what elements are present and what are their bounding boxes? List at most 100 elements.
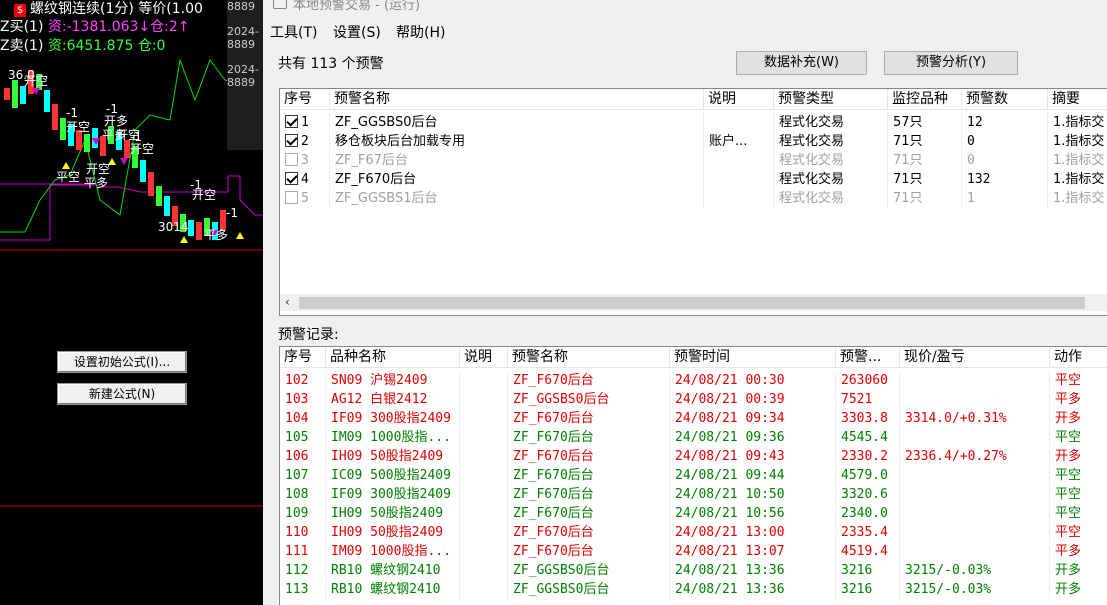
alerts-col-header[interactable]: 说明	[704, 89, 774, 109]
records-col-header[interactable]: 预警名称	[508, 347, 670, 367]
signal-label: 3014	[158, 220, 189, 234]
record-pnl: 3215/-0.03%	[900, 561, 1050, 580]
record-action: 平空	[1050, 428, 1107, 447]
horizontal-scrollbar[interactable]: ‹	[280, 294, 1107, 311]
candle	[140, 160, 146, 182]
sell-prefix: Z卖(1)	[0, 38, 44, 54]
records-label: 预警记录:	[278, 327, 339, 343]
scrollbar-thumb[interactable]	[299, 297, 1085, 309]
alert-summary: 1.指标交	[1048, 151, 1107, 170]
record-row[interactable]: 111 IM09 1000股指... ZF_F670后台 24/08/21 13:07…	[280, 542, 1107, 561]
record-desc	[460, 371, 508, 390]
record-row[interactable]: 104 IF09 300股指2409 ZF_F670后台 24/08/21 09:34…	[280, 409, 1107, 428]
alerts-table[interactable]: 序号 预警名称 说明 预警类型 监控品种 预警数 摘要 1 ZF_GGSBS0后台 程式化交易 5…	[279, 88, 1107, 316]
records-header: 序号 品种名称 说明 预警名称 预警时间 预警... 现价/盈亏 动作	[280, 347, 1107, 368]
record-pnl	[900, 485, 1050, 504]
candle	[52, 104, 58, 130]
kline-chart-panel[interactable]: $ 螺纹钢连续(1分) 等价(1.00 Z买(1) 资:-1381.063↓仓:2…	[0, 0, 263, 605]
flag-icon: $	[14, 4, 26, 17]
records-col-header[interactable]: 说明	[460, 347, 508, 367]
record-action: 平多	[1050, 390, 1107, 409]
buy-prefix: Z买(1)	[0, 19, 44, 35]
record-row[interactable]: 113 RB10 螺纹钢2410 ZF_GGSBS0后台 24/08/21 13:36…	[280, 580, 1107, 599]
alerts-col-header[interactable]: 预警类型	[774, 89, 888, 109]
records-col-header[interactable]: 预警...	[836, 347, 900, 367]
app-icon	[273, 0, 287, 9]
record-row[interactable]: 103 AG12 白银2412 ZF_GGSBS0后台 24/08/21 00:39 7…	[280, 390, 1107, 409]
alert-enable-checkbox[interactable]	[285, 191, 298, 204]
menu-tools[interactable]: 工具(T)	[270, 22, 317, 42]
candles-group	[4, 70, 244, 243]
record-price: 4579.0	[836, 466, 900, 485]
record-symbol: RB10 螺纹钢2410	[326, 561, 460, 580]
record-row[interactable]: 110 IH09 50股指2409 ZF_F670后台 24/08/21 13:00 2…	[280, 523, 1107, 542]
terminal-line: 2024-	[227, 25, 259, 38]
record-action: 平空	[1050, 523, 1107, 542]
records-col-header[interactable]: 品种名称	[326, 347, 460, 367]
record-desc	[460, 466, 508, 485]
record-no: 106	[280, 447, 326, 466]
record-time: 24/08/21 09:43	[670, 447, 836, 466]
alert-no: 3	[301, 153, 309, 168]
records-col-header[interactable]: 现价/盈亏	[900, 347, 1050, 367]
alerts-col-header[interactable]: 预警数	[962, 89, 1048, 109]
candle	[84, 134, 90, 152]
data-supplement-button[interactable]: 数据补充(W)	[736, 51, 867, 75]
alert-enable-checkbox[interactable]	[285, 134, 298, 147]
alert-enable-checkbox[interactable]	[285, 153, 298, 166]
record-pnl	[900, 428, 1050, 447]
record-row[interactable]: 112 RB10 螺纹钢2410 ZF_GGSBS0后台 24/08/21 13:36…	[280, 561, 1107, 580]
buy-line: Z买(1) 资:-1381.063↓仓:2↑	[0, 18, 190, 36]
terminal-line: 2024-	[227, 63, 259, 76]
records-table[interactable]: 序号 品种名称 说明 预警名称 预警时间 预警... 现价/盈亏 动作 102 SN09 沪锡2…	[279, 346, 1107, 605]
alert-analysis-button[interactable]: 预警分析(Y)	[884, 51, 1018, 75]
alert-count-items: 71只	[888, 132, 962, 151]
alerts-col-header[interactable]: 摘要	[1048, 89, 1107, 109]
init-formula-button[interactable]: 设置初始公式(I)...	[57, 351, 187, 373]
record-row[interactable]: 105 IM09 1000股指... ZF_F670后台 24/08/21 09:36…	[280, 428, 1107, 447]
alert-row[interactable]: 5 ZF_GGSBS1后台 程式化交易 71只 1 1.指标交	[280, 189, 1107, 208]
alerts-col-header[interactable]: 序号	[280, 89, 330, 109]
record-row[interactable]: 108 IF09 300股指2409 ZF_F670后台 24/08/21 10:50…	[280, 485, 1107, 504]
record-desc	[460, 580, 508, 599]
alerts-col-header[interactable]: 预警名称	[330, 89, 704, 109]
record-action: 平空	[1050, 504, 1107, 523]
record-no: 112	[280, 561, 326, 580]
alert-desc	[704, 113, 774, 132]
alert-summary: 1.指标交	[1048, 132, 1107, 151]
record-symbol: IF09 300股指2409	[326, 409, 460, 428]
alert-type: 程式化交易	[774, 170, 888, 189]
records-col-header[interactable]: 序号	[280, 347, 326, 367]
record-row[interactable]: 106 IH09 50股指2409 ZF_F670后台 24/08/21 09:43 2…	[280, 447, 1107, 466]
record-action: 开多	[1050, 409, 1107, 428]
record-row[interactable]: 107 IC09 500股指2409 ZF_F670后台 24/08/21 09:44…	[280, 466, 1107, 485]
alert-enable-checkbox[interactable]	[285, 172, 298, 185]
terminal-line: 8889	[227, 38, 255, 51]
record-desc	[460, 561, 508, 580]
record-pnl	[900, 504, 1050, 523]
record-desc	[460, 504, 508, 523]
scroll-left-icon[interactable]: ‹	[285, 294, 290, 311]
alert-row[interactable]: 2 移仓板块后台加载专用 账户... 程式化交易 71只 0 1.指标交	[280, 132, 1107, 151]
menu-settings[interactable]: 设置(S)	[333, 22, 381, 42]
records-col-header[interactable]: 动作	[1050, 347, 1107, 367]
record-symbol: IH09 50股指2409	[326, 523, 460, 542]
record-row[interactable]: 102 SN09 沪锡2409 ZF_F670后台 24/08/21 00:30 263…	[280, 371, 1107, 390]
record-action: 平空	[1050, 485, 1107, 504]
record-time: 24/08/21 13:36	[670, 580, 836, 599]
new-formula-button[interactable]: 新建公式(N)	[57, 383, 187, 405]
alert-name: ZF_GGSBS0后台	[330, 113, 704, 132]
alert-row[interactable]: 1 ZF_GGSBS0后台 程式化交易 57只 12 1.指标交	[280, 113, 1107, 132]
records-col-header[interactable]: 预警时间	[670, 347, 836, 367]
alert-row[interactable]: 4 ZF_F670后台 程式化交易 71只 132 1.指标交	[280, 170, 1107, 189]
menu-help[interactable]: 帮助(H)	[396, 22, 445, 42]
alert-count-items: 71只	[888, 151, 962, 170]
alert-summary: 1.指标交	[1048, 170, 1107, 189]
record-row[interactable]: 109 IH09 50股指2409 ZF_F670后台 24/08/21 10:56 2…	[280, 504, 1107, 523]
alert-enable-checkbox[interactable]	[285, 115, 298, 128]
record-alert: ZF_F670后台	[508, 447, 670, 466]
record-alert: ZF_GGSBS0后台	[508, 390, 670, 409]
alerts-col-header[interactable]: 监控品种	[888, 89, 962, 109]
alert-row[interactable]: 3 ZF_F67后台 程式化交易 71只 0 1.指标交	[280, 151, 1107, 170]
alert-no-cell: 5	[280, 189, 330, 208]
